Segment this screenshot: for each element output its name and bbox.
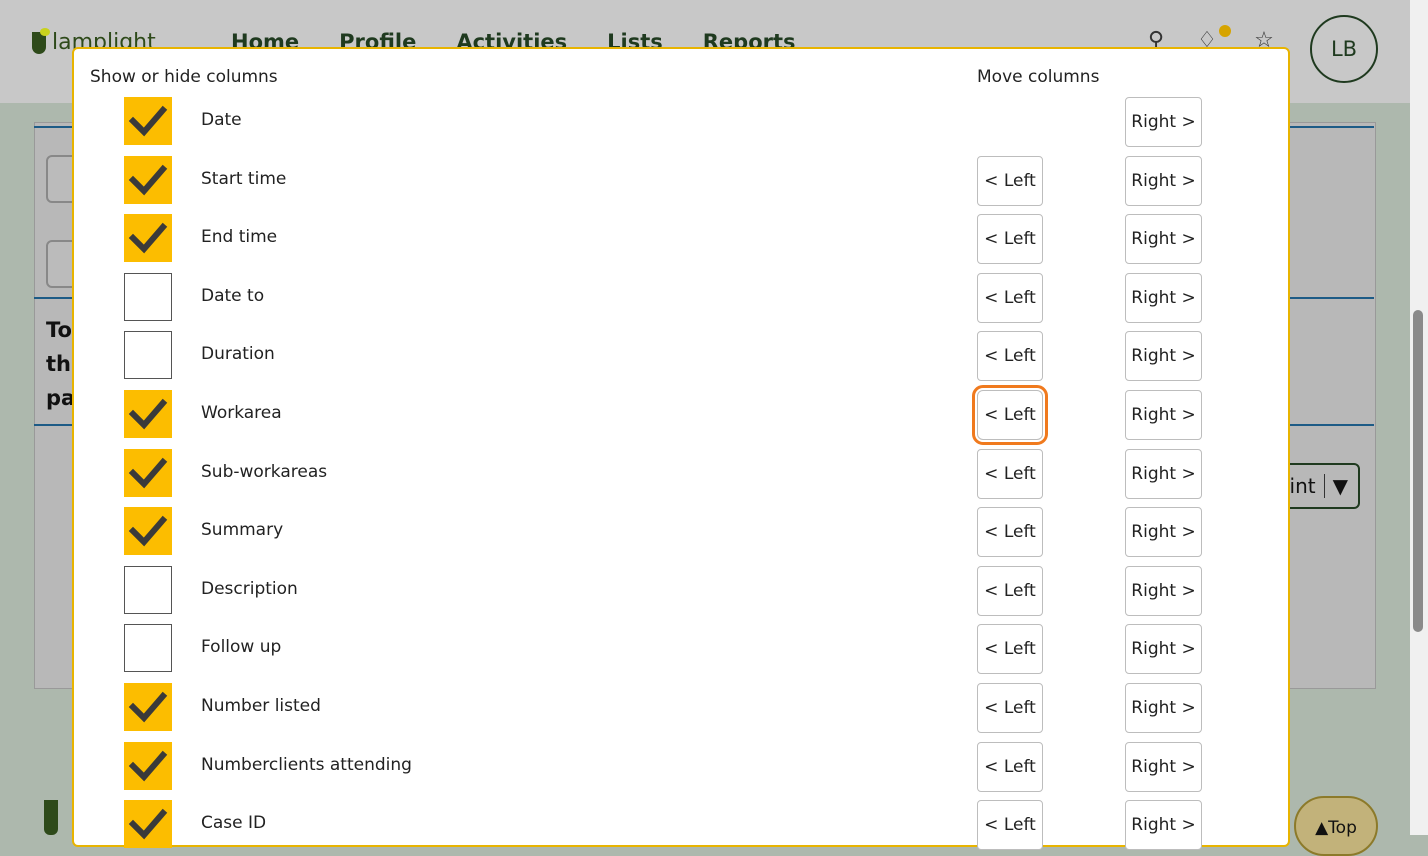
column-label: Case ID: [201, 813, 267, 833]
move-left-button[interactable]: < Left: [977, 331, 1043, 381]
move-right-button[interactable]: Right >: [1125, 331, 1202, 381]
move-right-button[interactable]: Right >: [1125, 683, 1202, 733]
column-visibility-checkbox[interactable]: [124, 273, 172, 321]
column-label: Date to: [201, 286, 265, 306]
column-visibility-checkbox[interactable]: [124, 742, 172, 790]
move-right-button[interactable]: Right >: [1125, 97, 1202, 147]
checkmark-icon: [128, 164, 168, 196]
column-label: Workarea: [201, 403, 282, 423]
column-row: Date to < Left Right >: [0, 273, 1218, 323]
column-row: End time < Left Right >: [0, 214, 1218, 264]
column-row: Numberclients attending < Left Right >: [0, 742, 1218, 792]
column-row: Number listed < Left Right >: [0, 683, 1218, 733]
column-visibility-checkbox[interactable]: [124, 566, 172, 614]
move-left-button[interactable]: < Left: [977, 214, 1043, 264]
column-row: Follow up < Left Right >: [0, 624, 1218, 674]
column-row: Workarea < Left Right >: [0, 385, 1218, 445]
move-right-button[interactable]: Right >: [1125, 507, 1202, 557]
move-right-button[interactable]: Right >: [1125, 800, 1202, 850]
move-right-button[interactable]: Right >: [1125, 273, 1202, 323]
checkmark-icon: [128, 222, 168, 254]
back-to-top-button[interactable]: ▲Top: [1294, 796, 1378, 856]
move-right-button[interactable]: Right >: [1125, 214, 1202, 264]
show-hide-columns-heading: Show or hide columns: [90, 67, 278, 87]
notification-dot: [1219, 25, 1231, 37]
column-label: Follow up: [201, 637, 282, 657]
column-visibility-checkbox[interactable]: [124, 449, 172, 497]
move-left-button[interactable]: < Left: [977, 566, 1043, 616]
move-left-button[interactable]: < Left: [977, 507, 1043, 557]
move-right-button[interactable]: Right >: [1125, 624, 1202, 674]
move-left-button[interactable]: < Left: [977, 683, 1043, 733]
move-left-button[interactable]: < Left: [977, 449, 1043, 499]
move-right-button[interactable]: Right >: [1125, 566, 1202, 616]
move-left-button[interactable]: < Left: [977, 624, 1043, 674]
column-row: Start time < Left Right >: [0, 156, 1218, 206]
move-right-button[interactable]: Right >: [1125, 449, 1202, 499]
column-visibility-checkbox[interactable]: [124, 390, 172, 438]
column-row: Date Right >: [0, 97, 1218, 147]
print-dropdown-button: int ▼: [1280, 463, 1360, 509]
column-visibility-checkbox[interactable]: [124, 683, 172, 731]
column-visibility-checkbox[interactable]: [124, 156, 172, 204]
column-row: Description < Left Right >: [0, 566, 1218, 616]
move-right-button[interactable]: Right >: [1125, 390, 1202, 440]
column-label: Number listed: [201, 696, 321, 716]
move-left-button[interactable]: < Left: [972, 385, 1048, 445]
column-row: Summary < Left Right >: [0, 507, 1218, 557]
column-row: Sub-workareas < Left Right >: [0, 449, 1218, 499]
move-right-button[interactable]: Right >: [1125, 156, 1202, 206]
checkmark-icon: [128, 808, 168, 840]
column-label: Summary: [201, 520, 284, 540]
move-left-button[interactable]: < Left: [977, 742, 1043, 792]
column-row: Case ID < Left Right >: [0, 800, 1218, 850]
column-label: Description: [201, 579, 298, 599]
column-label: Date: [201, 110, 242, 130]
column-row: Duration < Left Right >: [0, 331, 1218, 381]
move-left-button[interactable]: < Left: [977, 156, 1043, 206]
scrollbar-thumb[interactable]: [1413, 310, 1423, 632]
checkmark-icon: [128, 457, 168, 489]
lamp-icon: [32, 28, 50, 54]
checkmark-icon: [128, 691, 168, 723]
column-label: Numberclients attending: [201, 755, 412, 775]
checkmark-icon: [128, 398, 168, 430]
checkmark-icon: [128, 105, 168, 137]
move-columns-heading: Move columns: [977, 67, 1100, 87]
column-visibility-checkbox[interactable]: [124, 624, 172, 672]
column-label: Start time: [201, 169, 287, 189]
column-visibility-checkbox[interactable]: [124, 331, 172, 379]
move-right-button[interactable]: Right >: [1125, 742, 1202, 792]
column-visibility-checkbox[interactable]: [124, 800, 172, 848]
print-label: int: [1289, 474, 1316, 498]
column-label: Duration: [201, 344, 275, 364]
column-visibility-checkbox[interactable]: [124, 507, 172, 555]
checkmark-icon: [128, 750, 168, 782]
dropdown-arrow-icon: ▼: [1323, 474, 1348, 498]
move-left-button[interactable]: < Left: [977, 800, 1043, 850]
column-visibility-checkbox[interactable]: [124, 214, 172, 262]
checkmark-icon: [128, 515, 168, 547]
column-label: Sub-workareas: [201, 462, 328, 482]
column-label: End time: [201, 227, 278, 247]
user-avatar[interactable]: LB: [1310, 15, 1378, 83]
move-left-button[interactable]: < Left: [977, 273, 1043, 323]
column-visibility-checkbox[interactable]: [124, 97, 172, 145]
